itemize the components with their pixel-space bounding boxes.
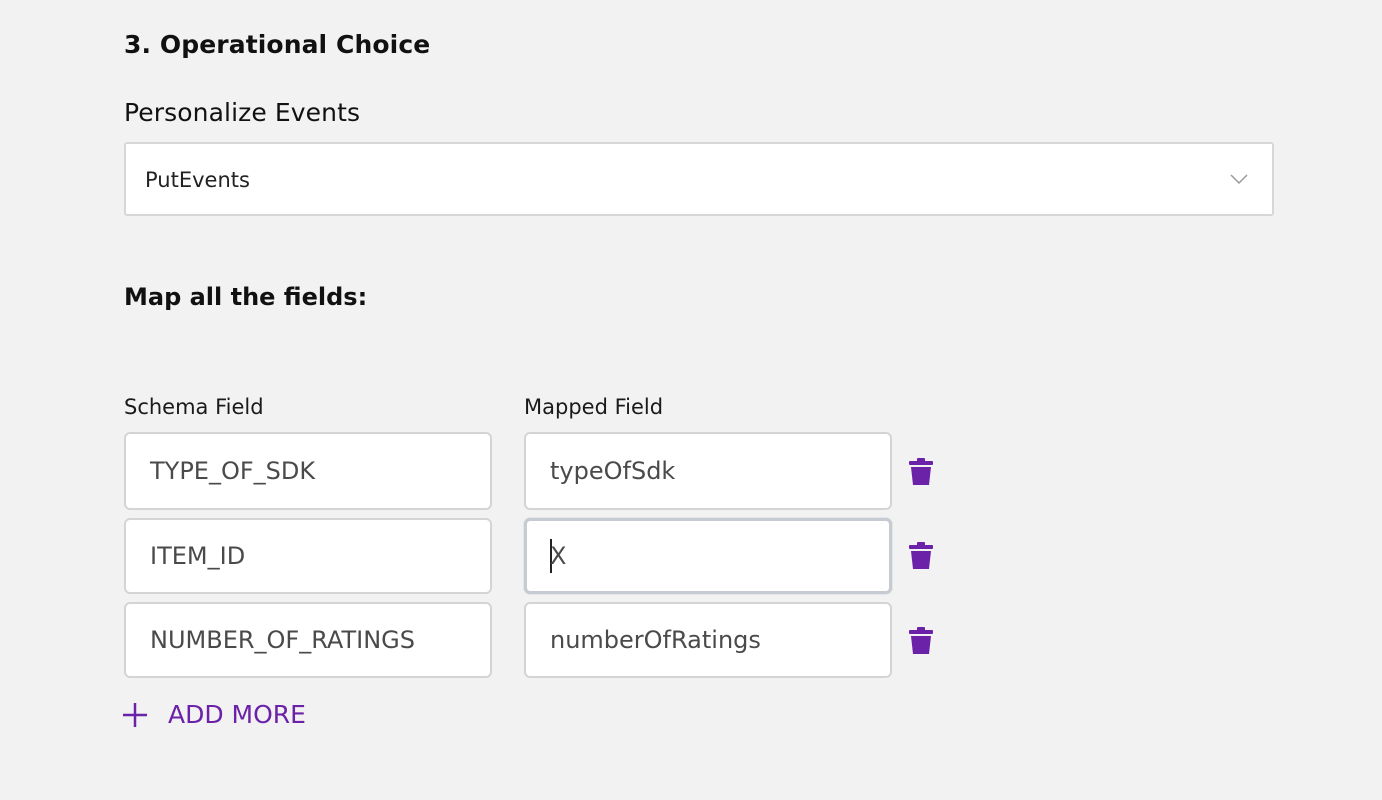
personalize-events-label: Personalize Events (124, 98, 361, 127)
map-fields-title: Map all the fields: (124, 283, 368, 311)
mapped-field-input[interactable]: typeOfSdk (524, 432, 892, 510)
personalize-events-value: PutEvents (145, 168, 250, 192)
mapped-field-value: X (550, 542, 567, 570)
add-more-label: ADD MORE (168, 700, 306, 729)
mapped-field-input[interactable]: numberOfRatings (524, 602, 892, 678)
schema-field-header: Schema Field (124, 395, 264, 419)
plus-icon (123, 702, 147, 727)
schema-field-input[interactable]: ITEM_ID (124, 518, 492, 594)
schema-field-value: TYPE_OF_SDK (150, 457, 316, 485)
personalize-events-select[interactable]: PutEvents (124, 142, 1274, 216)
add-more-button[interactable]: ADD MORE (122, 700, 306, 729)
trash-icon[interactable] (908, 627, 934, 655)
mapped-field-value: numberOfRatings (550, 626, 761, 654)
chevron-down-icon (1230, 174, 1248, 185)
schema-field-input[interactable]: NUMBER_OF_RATINGS (124, 602, 492, 678)
trash-icon[interactable] (908, 542, 934, 570)
section-title: 3. Operational Choice (124, 30, 431, 59)
trash-icon[interactable] (908, 458, 934, 486)
schema-field-value: ITEM_ID (150, 542, 246, 570)
mapped-field-header: Mapped Field (524, 395, 664, 419)
mapped-field-input-focused[interactable]: X (524, 518, 892, 594)
schema-field-input[interactable]: TYPE_OF_SDK (124, 432, 492, 510)
mapped-field-value: typeOfSdk (550, 457, 676, 485)
schema-field-value: NUMBER_OF_RATINGS (150, 626, 416, 654)
